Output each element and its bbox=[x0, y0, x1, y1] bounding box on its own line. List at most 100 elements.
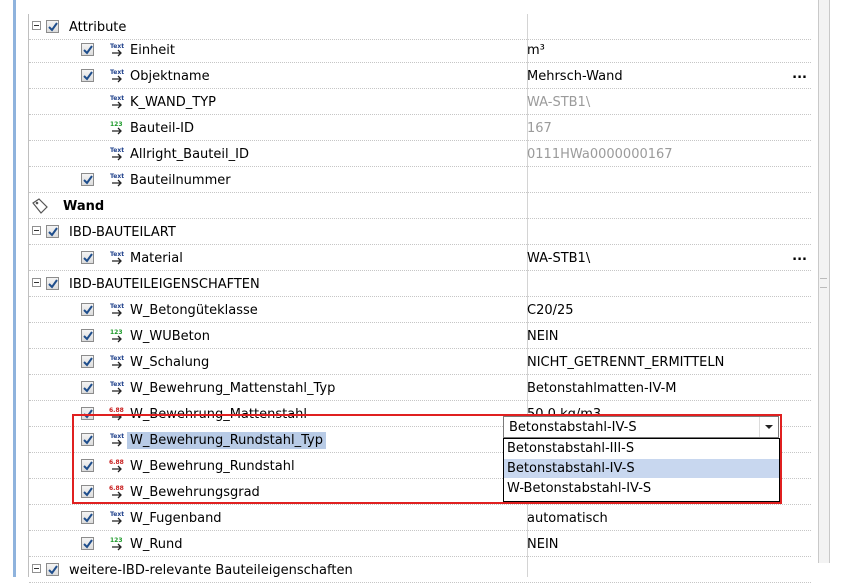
svg-text:Text: Text bbox=[110, 303, 124, 310]
checkbox[interactable] bbox=[81, 459, 94, 472]
checkbox[interactable] bbox=[81, 381, 94, 394]
svg-text:123: 123 bbox=[110, 329, 123, 336]
svg-text:Text: Text bbox=[110, 95, 124, 102]
property-name-text: Objektname bbox=[130, 69, 210, 84]
property-row[interactable]: Text Allright_Bauteil_ID 0111HWa0000000167 bbox=[29, 141, 811, 167]
property-name-text: W_Fugenband bbox=[130, 511, 222, 526]
text-type-icon: Text bbox=[109, 379, 125, 395]
property-value[interactable]: WA-STB1\ bbox=[527, 251, 590, 266]
checkbox[interactable] bbox=[46, 277, 59, 290]
property-row[interactable]: Text Material WA-STB1\... bbox=[29, 245, 811, 271]
checkbox[interactable] bbox=[81, 511, 94, 524]
section-label: IBD-BAUTEILEIGENSCHAFTEN bbox=[69, 277, 260, 292]
collapse-toggle-icon[interactable] bbox=[32, 278, 41, 287]
dropdown-option[interactable]: Betonstabstahl-IV-S bbox=[504, 459, 779, 478]
property-name-text: Bauteil-ID bbox=[130, 121, 194, 136]
checkbox[interactable] bbox=[46, 20, 59, 33]
integer-type-icon: 123 bbox=[109, 327, 125, 343]
property-row[interactable]: Text W_Fugenband automatisch bbox=[29, 505, 811, 531]
checkbox[interactable] bbox=[81, 173, 94, 186]
property-name-text: W_Bewehrungsgrad bbox=[130, 485, 260, 500]
property-row[interactable]: Text Objektname Mehrsch-Wand... bbox=[29, 63, 811, 89]
property-row[interactable]: 123 Bauteil-ID 167 bbox=[29, 115, 811, 141]
ellipsis-button[interactable]: ... bbox=[792, 249, 807, 264]
section-header[interactable]: IBD-BAUTEILART bbox=[29, 219, 811, 245]
dropdown-option[interactable]: W-Betonstabstahl-IV-S bbox=[504, 479, 779, 498]
svg-text:6.88: 6.88 bbox=[109, 459, 124, 466]
property-row[interactable]: Text Einheit m³ bbox=[29, 37, 811, 63]
property-name-text: W_Betongüteklasse bbox=[130, 303, 258, 318]
dropdown-option[interactable]: Betonstabstahl-III-S bbox=[504, 439, 779, 458]
property-row[interactable]: 123 W_WUBeton NEIN bbox=[29, 323, 811, 349]
property-name: W_Bewehrung_Mattenstahl_Typ bbox=[130, 381, 335, 396]
checkbox[interactable] bbox=[46, 225, 59, 238]
text-type-icon: Text bbox=[109, 301, 125, 317]
section-header[interactable]: weitere-IBD-relevante Bauteileigenschaft… bbox=[29, 557, 811, 583]
decimal-type-icon: 6.88 bbox=[109, 483, 125, 499]
property-value: 0111HWa0000000167 bbox=[527, 147, 673, 162]
collapse-toggle-icon[interactable] bbox=[32, 21, 41, 30]
group-label: Wand bbox=[63, 199, 105, 214]
property-name-text: Einheit bbox=[130, 43, 176, 58]
checkbox[interactable] bbox=[81, 433, 94, 446]
object-group-header[interactable]: Wand bbox=[29, 193, 811, 219]
scrollbar-grip[interactable] bbox=[820, 278, 827, 288]
property-row[interactable]: Text W_Bewehrung_Mattenstahl_Typ Betonstah… bbox=[29, 375, 811, 401]
property-name: Einheit bbox=[130, 43, 175, 58]
checkbox[interactable] bbox=[81, 69, 94, 82]
ellipsis-button[interactable]: ... bbox=[792, 67, 807, 82]
svg-text:Text: Text bbox=[110, 355, 124, 362]
rundstahl-typ-dropdown[interactable]: Betonstabstahl-IV-S bbox=[503, 416, 779, 438]
text-type-icon: Text bbox=[109, 93, 125, 109]
property-row[interactable]: Text W_Betongüteklasse C20/25 bbox=[29, 297, 811, 323]
property-value[interactable]: C20/25 bbox=[527, 303, 574, 318]
property-value[interactable]: automatisch bbox=[527, 511, 608, 526]
svg-text:6.88: 6.88 bbox=[109, 485, 124, 492]
checkbox[interactable] bbox=[81, 485, 94, 498]
checkbox[interactable] bbox=[81, 355, 94, 368]
property-name-text: K_WAND_TYP bbox=[130, 95, 217, 110]
property-value[interactable]: Mehrsch-Wand bbox=[527, 69, 623, 84]
section-header[interactable]: IBD-BAUTEILEIGENSCHAFTEN bbox=[29, 271, 811, 297]
property-name-text: W_Bewehrung_Rundstahl bbox=[130, 459, 295, 474]
checkbox[interactable] bbox=[81, 251, 94, 264]
property-name: W_Bewehrung_Mattenstahl bbox=[130, 407, 307, 422]
collapse-toggle-icon[interactable] bbox=[32, 564, 41, 573]
property-value[interactable]: NICHT_GETRENNT_ERMITTELN bbox=[527, 355, 724, 370]
dropdown-list[interactable]: Betonstabstahl-III-S Betonstabstahl-IV-S… bbox=[503, 438, 780, 502]
svg-text:Text: Text bbox=[110, 69, 124, 76]
property-value[interactable]: NEIN bbox=[527, 537, 559, 552]
integer-type-icon: 123 bbox=[109, 119, 125, 135]
property-name: W_WUBeton bbox=[130, 329, 210, 344]
property-value[interactable]: Betonstahlmatten-IV-M bbox=[527, 381, 677, 396]
property-name: Material bbox=[130, 251, 183, 266]
svg-text:Text: Text bbox=[110, 433, 124, 440]
checkbox[interactable] bbox=[81, 537, 94, 550]
property-value[interactable]: NEIN bbox=[527, 329, 559, 344]
property-name: W_Bewehrung_Rundstahl bbox=[130, 459, 295, 474]
text-type-icon: Text bbox=[109, 431, 125, 447]
checkbox[interactable] bbox=[81, 329, 94, 342]
collapse-toggle-icon[interactable] bbox=[32, 226, 41, 235]
section-label: IBD-BAUTEILART bbox=[69, 225, 176, 240]
property-name-text: W_Bewehrung_Mattenstahl bbox=[130, 407, 308, 422]
section-label: Attribute bbox=[69, 20, 127, 35]
svg-text:123: 123 bbox=[110, 537, 123, 544]
vertical-scrollbar[interactable] bbox=[818, 0, 830, 563]
property-row[interactable]: 123 W_Rund NEIN bbox=[29, 531, 811, 557]
text-type-icon: Text bbox=[109, 67, 125, 83]
property-row[interactable]: Text K_WAND_TYP WA-STB1\ bbox=[29, 89, 811, 115]
checkbox[interactable] bbox=[81, 407, 94, 420]
property-value[interactable]: m³ bbox=[527, 43, 545, 58]
checkbox[interactable] bbox=[46, 563, 59, 576]
property-row[interactable]: Text Bauteilnummer bbox=[29, 167, 811, 193]
decimal-type-icon: 6.88 bbox=[109, 405, 125, 421]
svg-text:Text: Text bbox=[110, 251, 124, 258]
section-label: weitere-IBD-relevante Bauteileigenschaft… bbox=[69, 563, 353, 578]
checkbox[interactable] bbox=[81, 303, 94, 316]
property-row[interactable]: Text W_Schalung NICHT_GETRENNT_ERMITTELN bbox=[29, 349, 811, 375]
property-name-text: W_WUBeton bbox=[130, 329, 210, 344]
checkbox[interactable] bbox=[81, 43, 94, 56]
property-name-text: Bauteilnummer bbox=[130, 173, 231, 188]
chevron-down-icon[interactable] bbox=[759, 417, 778, 437]
